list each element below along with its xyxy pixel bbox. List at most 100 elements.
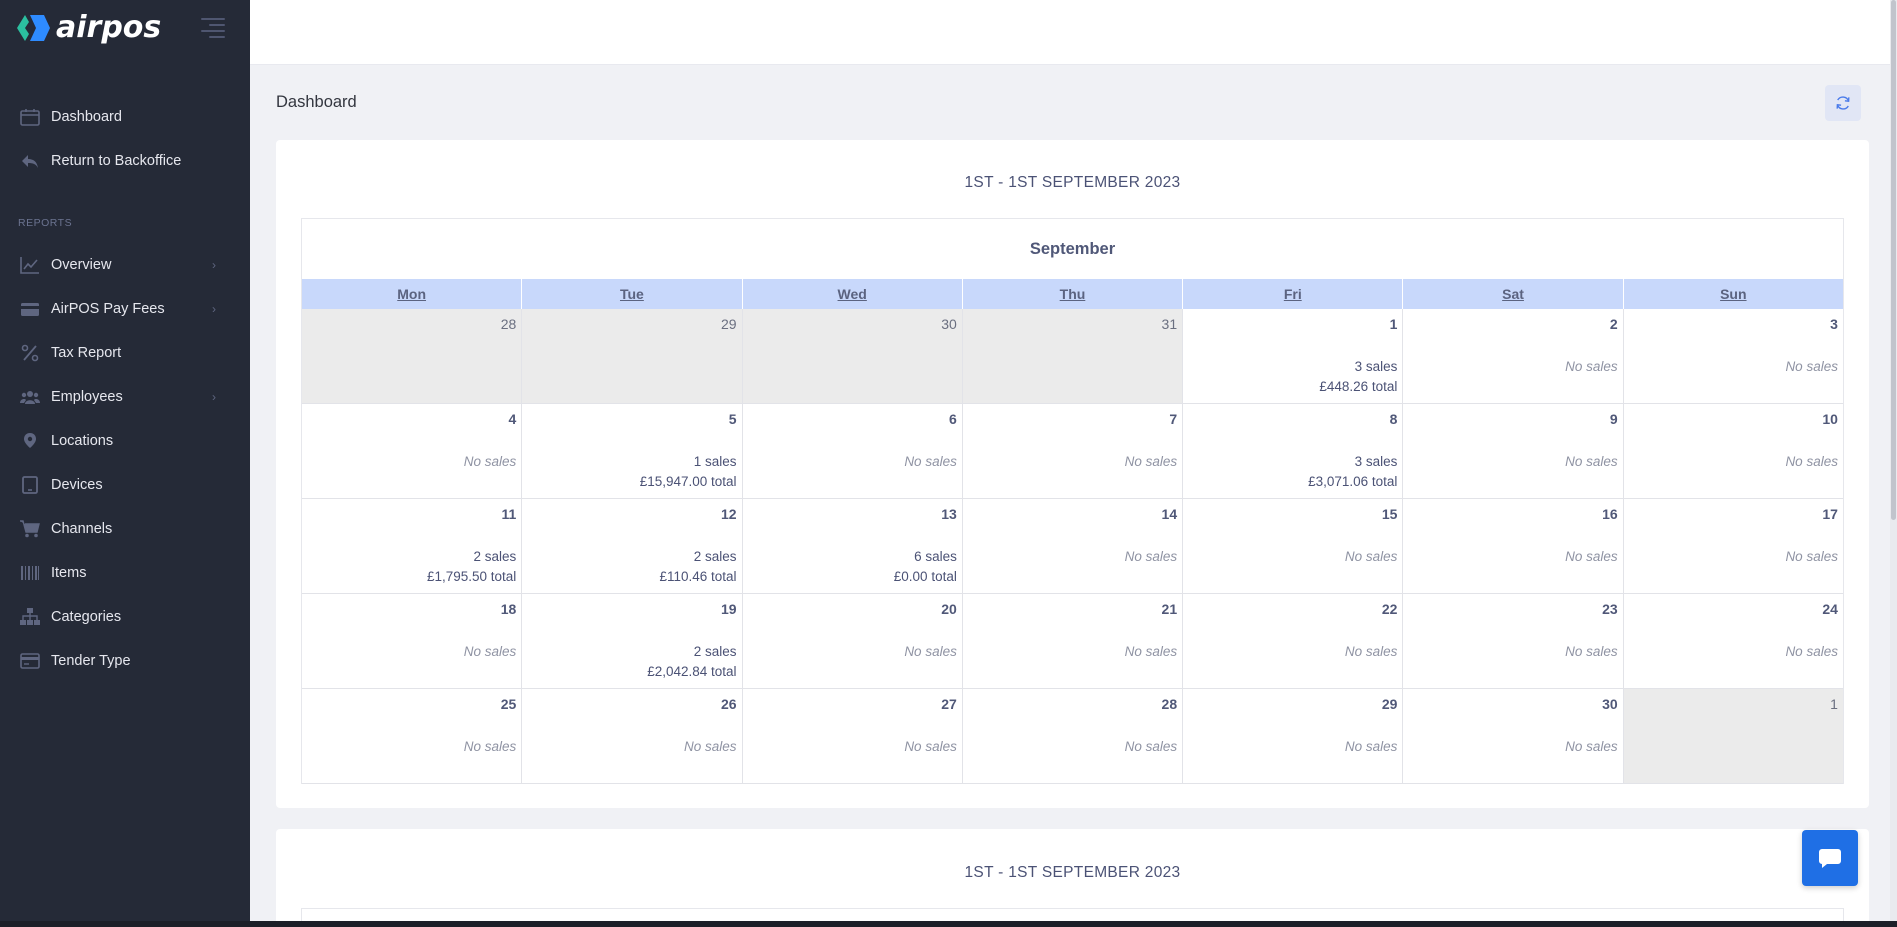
day-number: 18	[500, 601, 517, 617]
day-sales-total: £448.26 total	[1319, 379, 1398, 394]
chevron-right-icon: ›	[212, 390, 216, 404]
day-no-sales: No sales	[1565, 549, 1618, 564]
day-sales-total: £3,071.06 total	[1308, 474, 1398, 489]
sidebar-item-label: Tender Type	[51, 653, 131, 669]
sidebar-item-devices[interactable]: Devices	[0, 463, 250, 507]
calendar-day[interactable]: 30	[742, 309, 963, 404]
page-title: Dashboard	[276, 93, 357, 111]
calendar-day[interactable]: 27 No sales	[742, 689, 963, 784]
calendar-day[interactable]: 17 No sales	[1623, 499, 1843, 594]
day-number: 3	[1830, 316, 1838, 332]
weekday-fri[interactable]: Fri	[1183, 279, 1404, 309]
day-number: 10	[1822, 411, 1838, 427]
sidebar-item-airpos-pay-fees[interactable]: AirPOS Pay Fees ›	[0, 287, 250, 331]
calendar-day[interactable]: 10 No sales	[1623, 404, 1843, 499]
day-no-sales: No sales	[463, 454, 517, 469]
sidebar-item-label: Dashboard	[51, 109, 122, 125]
calendar-day[interactable]: 12 2 sales £110.46 total	[522, 499, 743, 594]
chevron-right-icon: ›	[212, 302, 216, 316]
sidebar-item-return-to-backoffice[interactable]: Return to Backoffice	[0, 139, 250, 183]
weekday-sat[interactable]: Sat	[1403, 279, 1624, 309]
sidebar-section-reports: REPORTS	[18, 217, 73, 229]
day-number: 17	[1822, 506, 1838, 522]
sidebar-item-channels[interactable]: Channels	[0, 507, 250, 551]
calendar-day[interactable]: 1 3 sales £448.26 total	[1183, 309, 1404, 404]
calendar-day[interactable]: 11 2 sales £1,795.50 total	[302, 499, 523, 594]
day-sales-count: 3 sales	[1354, 359, 1398, 374]
users-icon	[20, 391, 40, 404]
day-sales-count: 3 sales	[1354, 454, 1398, 469]
sidebar-item-label: AirPOS Pay Fees	[51, 301, 165, 317]
sidebar-item-employees[interactable]: Employees ›	[0, 375, 250, 419]
day-no-sales: No sales	[904, 644, 957, 659]
day-number: 21	[1161, 601, 1178, 617]
calendar-day[interactable]: 22 No sales	[1183, 594, 1404, 689]
day-no-sales: No sales	[684, 739, 737, 754]
sidebar-item-label: Items	[51, 565, 87, 581]
calendar-day[interactable]: 30 No sales	[1403, 689, 1624, 784]
day-no-sales: No sales	[1785, 454, 1838, 469]
day-number: 29	[720, 316, 737, 332]
calendar-day[interactable]: 23 No sales	[1403, 594, 1624, 689]
sidebar-item-categories[interactable]: Categories	[0, 595, 250, 639]
calendar-day[interactable]: 13 6 sales £0.00 total	[742, 499, 963, 594]
weekday-sun[interactable]: Sun	[1624, 279, 1843, 309]
day-number: 30	[941, 316, 957, 332]
sidebar-item-label: Categories	[51, 609, 122, 625]
day-number: 25	[500, 696, 517, 712]
day-number: 31	[1161, 316, 1178, 332]
sidebar-item-tax-report[interactable]: Tax Report	[0, 331, 250, 375]
calendar-day[interactable]: 3 No sales	[1623, 309, 1843, 404]
day-no-sales: No sales	[1124, 454, 1178, 469]
calendar-day[interactable]: 18 No sales	[302, 594, 523, 689]
chat-bubble-icon	[1819, 849, 1841, 868]
calendar-day[interactable]: 29 No sales	[1183, 689, 1404, 784]
day-no-sales: No sales	[463, 644, 517, 659]
calendar-day[interactable]: 28	[302, 309, 523, 404]
sidebar-item-tender-type[interactable]: Tender Type	[0, 639, 250, 683]
calendar-day[interactable]: 19 2 sales £2,042.84 total	[522, 594, 743, 689]
weekday-tue[interactable]: Tue	[522, 279, 743, 309]
cart-icon	[20, 520, 40, 538]
calendar-day[interactable]: 31	[962, 309, 1184, 404]
sidebar-item-dashboard[interactable]: Dashboard	[0, 95, 250, 139]
brand-logo[interactable]: airpos	[16, 10, 161, 46]
calendar-day[interactable]: 14 No sales	[962, 499, 1184, 594]
calendar-day[interactable]: 8 3 sales £3,071.06 total	[1183, 404, 1404, 499]
calendar-day[interactable]: 2 No sales	[1403, 309, 1624, 404]
calendar-day[interactable]: 25 No sales	[302, 689, 523, 784]
card-title: 1ST - 1ST SEPTEMBER 2023	[964, 174, 1181, 191]
chat-button[interactable]	[1802, 830, 1858, 886]
calendar-day[interactable]: 5 1 sales £15,947.00 total	[522, 404, 743, 499]
sidebar-item-locations[interactable]: Locations	[0, 419, 250, 463]
day-sales-count: 2 sales	[693, 644, 737, 659]
weekday-wed[interactable]: Wed	[743, 279, 963, 309]
weekday-mon[interactable]: Mon	[302, 279, 523, 309]
day-number: 27	[941, 696, 957, 712]
calendar-day[interactable]: 4 No sales	[302, 404, 523, 499]
calendar-day[interactable]: 28 No sales	[962, 689, 1184, 784]
page-scrollbar-thumb[interactable]	[1891, 0, 1896, 520]
calendar-day[interactable]: 24 No sales	[1623, 594, 1843, 689]
day-no-sales: No sales	[1344, 644, 1398, 659]
sidebar-item-overview[interactable]: Overview ›	[0, 243, 250, 287]
sidebar: airpos Dashboard Return to Backoffice RE…	[0, 0, 250, 927]
calendar-day[interactable]: 6 No sales	[742, 404, 963, 499]
calendar-week: 28 29 30 31 1 3 sales £448.26 total 2 No sales 3 N…	[302, 309, 1843, 404]
calendar-day[interactable]: 1	[1623, 689, 1843, 784]
calendar-day[interactable]: 21 No sales	[962, 594, 1184, 689]
calendar-day[interactable]: 20 No sales	[742, 594, 963, 689]
menu-toggle-icon[interactable]	[201, 18, 225, 38]
day-number: 26	[720, 696, 737, 712]
weekday-thu[interactable]: Thu	[963, 279, 1184, 309]
sidebar-item-items[interactable]: Items	[0, 551, 250, 595]
refresh-button[interactable]	[1825, 85, 1861, 121]
calendar-day[interactable]: 9 No sales	[1403, 404, 1624, 499]
calendar-day[interactable]: 15 No sales	[1183, 499, 1404, 594]
calendar-grid: 28 29 30 31 1 3 sales £448.26 total 2 No sales 3 N…	[302, 309, 1843, 784]
calendar-day[interactable]: 29	[522, 309, 743, 404]
calendar-day[interactable]: 26 No sales	[522, 689, 743, 784]
calendar-day[interactable]: 16 No sales	[1403, 499, 1624, 594]
calendar-month: September	[1029, 240, 1116, 258]
calendar-day[interactable]: 7 No sales	[962, 404, 1184, 499]
